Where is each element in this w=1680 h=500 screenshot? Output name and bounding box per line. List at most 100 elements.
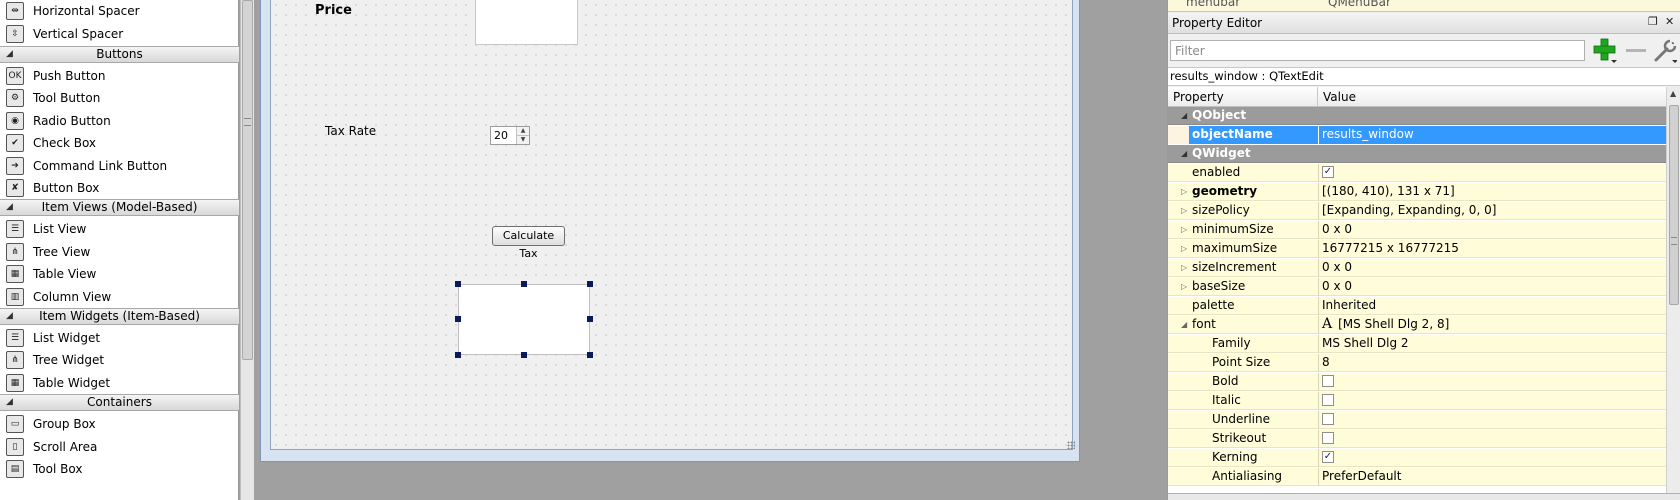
expand-arrow-icon[interactable]: ▷ bbox=[1181, 221, 1187, 238]
property-value-cell[interactable] bbox=[1322, 430, 1334, 447]
widget-box-item[interactable]: ▦ Table Widget bbox=[0, 371, 239, 395]
widget-box-item[interactable]: ⚙ Tool Button bbox=[0, 86, 239, 110]
widget-box-item[interactable]: ▤ Tool Box bbox=[0, 457, 239, 481]
widget-box-scrollbar-thumb[interactable] bbox=[242, 0, 253, 360]
selection-handle[interactable] bbox=[587, 281, 593, 287]
expand-arrow-icon[interactable]: ▷ bbox=[1181, 183, 1187, 200]
widget-box-item[interactable]: ▯ Scroll Area bbox=[0, 435, 239, 459]
property-value-cell[interactable]: A [MS Shell Dlg 2, 8] bbox=[1322, 316, 1449, 333]
property-value-cell[interactable] bbox=[1322, 411, 1334, 428]
expand-arrow-icon[interactable]: ▷ bbox=[1181, 202, 1187, 219]
add-dynamic-property-icon[interactable] bbox=[1592, 37, 1618, 63]
property-value-cell[interactable] bbox=[1322, 392, 1334, 409]
collapse-arrow-icon[interactable]: ◢ bbox=[6, 395, 13, 410]
collapse-arrow-icon[interactable]: ◢ bbox=[6, 309, 13, 324]
property-table-scrollbar[interactable]: ▲ bbox=[1666, 87, 1680, 500]
checkbox-checked-icon[interactable]: ✓ bbox=[1322, 165, 1334, 178]
property-row-selected[interactable]: objectName results_window bbox=[1168, 126, 1666, 144]
property-subrow[interactable]: Bold bbox=[1168, 373, 1666, 391]
spin-down-icon[interactable]: ▼ bbox=[517, 135, 529, 144]
property-row[interactable]: ▷ maximumSize 16777215 x 16777215 bbox=[1168, 240, 1666, 258]
calculate-tax-button[interactable]: Calculate Tax bbox=[492, 226, 565, 260]
property-column-header[interactable]: Property bbox=[1168, 87, 1318, 106]
widget-category-header[interactable]: ◢ Buttons bbox=[0, 46, 239, 63]
widget-box-item[interactable]: ▦ Table View bbox=[0, 262, 239, 286]
expand-arrow-icon[interactable]: ▷ bbox=[1181, 259, 1187, 276]
property-value-cell[interactable]: 0 x 0 bbox=[1322, 259, 1352, 276]
property-group-row[interactable]: ◢ QWidget bbox=[1168, 145, 1666, 163]
results-window-textedit[interactable] bbox=[458, 284, 590, 355]
property-value-cell[interactable]: 8 bbox=[1322, 354, 1330, 371]
collapse-arrow-icon[interactable]: ◢ bbox=[1181, 145, 1187, 162]
property-row[interactable]: ▷ sizeIncrement 0 x 0 bbox=[1168, 259, 1666, 277]
property-row[interactable]: ▷ sizePolicy [Expanding, Expanding, 0, 0] bbox=[1168, 202, 1666, 220]
property-row[interactable]: enabled ✓ bbox=[1168, 164, 1666, 182]
collapse-arrow-icon[interactable]: ◢ bbox=[1181, 107, 1187, 124]
spin-up-icon[interactable]: ▲ bbox=[517, 127, 529, 135]
checkbox-checked-icon[interactable]: ✓ bbox=[1322, 450, 1334, 463]
object-inspector-row[interactable]: menubar QMenuBar bbox=[1168, 0, 1680, 12]
float-dock-icon[interactable]: ❐ bbox=[1648, 15, 1658, 28]
property-subrow[interactable]: Strikeout bbox=[1168, 430, 1666, 448]
filter-input[interactable] bbox=[1170, 40, 1585, 61]
property-group-row[interactable]: ◢ QObject bbox=[1168, 107, 1666, 125]
value-column-header[interactable]: Value bbox=[1318, 87, 1356, 106]
property-value-cell[interactable]: PreferDefault bbox=[1322, 468, 1401, 485]
property-value-cell[interactable]: 0 x 0 bbox=[1322, 221, 1352, 238]
selection-handle[interactable] bbox=[587, 316, 593, 322]
widget-box-item[interactable]: ⇹ Horizontal Spacer bbox=[0, 0, 239, 23]
form-canvas[interactable]: Price Tax Rate 20 ▲ ▼ Calculate Tax bbox=[270, 0, 1075, 450]
property-value-cell[interactable] bbox=[1322, 373, 1334, 390]
widget-category-header[interactable]: ◢ Containers bbox=[0, 394, 239, 412]
property-value-cell[interactable]: MS Shell Dlg 2 bbox=[1322, 335, 1409, 352]
size-grip-icon[interactable] bbox=[1067, 441, 1075, 449]
collapse-arrow-icon[interactable]: ◢ bbox=[6, 47, 13, 62]
checkbox-unchecked-icon[interactable] bbox=[1322, 412, 1334, 425]
widget-box-item[interactable]: ⇳ Vertical Spacer bbox=[0, 22, 239, 46]
property-value-cell[interactable]: [(180, 410), 131 x 71] bbox=[1322, 183, 1455, 200]
property-subrow[interactable]: Italic bbox=[1168, 392, 1666, 410]
price-input[interactable] bbox=[475, 0, 578, 45]
widget-box-item[interactable]: ⋔ Tree Widget bbox=[0, 348, 239, 372]
selection-handle[interactable] bbox=[455, 281, 461, 287]
property-subrow[interactable]: Kerning ✓ bbox=[1168, 449, 1666, 467]
widget-box-item[interactable]: OK Push Button bbox=[0, 64, 239, 88]
widget-box-scrollbar[interactable] bbox=[240, 0, 254, 500]
selection-handle[interactable] bbox=[521, 281, 527, 287]
tax-rate-spinbox[interactable]: 20 ▲ ▼ bbox=[490, 126, 530, 145]
expand-arrow-icon[interactable]: ▷ bbox=[1181, 278, 1187, 295]
property-subrow[interactable]: Family MS Shell Dlg 2 bbox=[1168, 335, 1666, 353]
widget-box-item[interactable]: ➔ Command Link Button bbox=[0, 154, 239, 178]
property-row[interactable]: ▷ geometry [(180, 410), 131 x 71] bbox=[1168, 183, 1666, 201]
remove-dynamic-property-icon[interactable] bbox=[1626, 49, 1646, 52]
property-subrow[interactable]: Antialiasing PreferDefault bbox=[1168, 468, 1666, 486]
property-table-scrollbar-thumb[interactable] bbox=[1669, 105, 1679, 305]
widget-box-item[interactable]: ☰ List Widget bbox=[0, 326, 239, 350]
checkbox-unchecked-icon[interactable] bbox=[1322, 431, 1334, 444]
widget-box-item[interactable]: ⋔ Tree View bbox=[0, 240, 239, 264]
widget-category-header[interactable]: ◢ Item Views (Model-Based) bbox=[0, 199, 239, 217]
widget-box-item[interactable]: ☰ List View bbox=[0, 217, 239, 241]
expand-arrow-icon[interactable]: ▷ bbox=[1181, 240, 1187, 257]
close-icon[interactable]: ✕ bbox=[1665, 15, 1674, 28]
property-row[interactable]: palette Inherited bbox=[1168, 297, 1666, 315]
collapse-arrow-icon[interactable]: ◢ bbox=[1181, 316, 1187, 333]
widget-box-item[interactable]: ◉ Radio Button bbox=[0, 109, 239, 133]
property-row[interactable]: ◢ font A [MS Shell Dlg 2, 8] bbox=[1168, 316, 1666, 334]
selection-handle[interactable] bbox=[521, 352, 527, 358]
tax-rate-spinbox-value[interactable]: 20 bbox=[491, 127, 516, 144]
widget-box-item[interactable]: ✘ Button Box bbox=[0, 176, 239, 200]
property-name-cell[interactable]: objectName bbox=[1189, 126, 1318, 144]
scroll-up-icon[interactable]: ▲ bbox=[1670, 89, 1676, 98]
widget-box-item[interactable]: ▭ Group Box bbox=[0, 412, 239, 436]
property-subrow[interactable]: Point Size 8 bbox=[1168, 354, 1666, 372]
property-value-cell[interactable]: Inherited bbox=[1322, 297, 1376, 314]
tax-rate-label[interactable]: Tax Rate bbox=[325, 124, 376, 138]
property-value-cell[interactable]: [Expanding, Expanding, 0, 0] bbox=[1322, 202, 1496, 219]
checkbox-unchecked-icon[interactable] bbox=[1322, 393, 1334, 406]
property-row[interactable]: ▷ baseSize 0 x 0 bbox=[1168, 278, 1666, 296]
property-subrow[interactable]: Underline bbox=[1168, 411, 1666, 429]
selection-handle[interactable] bbox=[587, 352, 593, 358]
property-value-cell[interactable]: ✓ bbox=[1322, 449, 1334, 466]
price-label[interactable]: Price bbox=[315, 3, 352, 18]
